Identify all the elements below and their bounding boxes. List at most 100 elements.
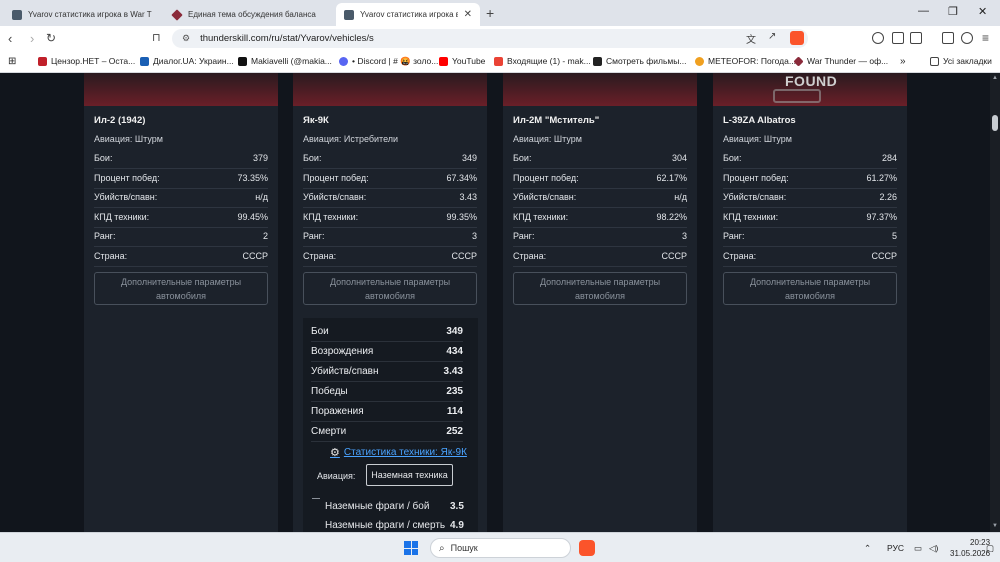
x-icon [238,56,247,66]
thunderskill-favicon-icon [344,9,354,20]
bookmark-item[interactable]: YouTube [439,56,485,66]
vehicle-stats-link[interactable]: ⚙ Статистика техники: Як-9К [330,446,467,459]
gear-icon: ⚙ [330,447,340,459]
stat-row: Процент побед: 73.35% [94,170,268,189]
translate-icon[interactable]: 文 [746,31,756,46]
brave-taskbar-icon[interactable] [579,540,595,556]
address-bar-row: ‹ › ↻ ⊓ ⚙ thunderskill.com/ru/stat/Yvaro… [0,26,1000,51]
taskbar-search[interactable]: ⌕ Пошук [430,538,571,558]
panel-row: Поражения 114 [311,402,463,422]
windows-taskbar: ⌕ Пошук ⌃ РУС ▭ ◁) 20:23 31.05.2026 ▢ [0,532,1000,562]
bookmark-item[interactable]: Цензор.НЕТ – Оста... [38,56,135,66]
all-bookmarks[interactable]: Усі закладки [930,56,992,66]
vehicle-name: Ил-2 (1942) [94,115,146,126]
vehicle-class: Авиация: Штурм [513,134,582,144]
stat-row: КПД техники: 97.37% [723,209,897,228]
puzzle-icon[interactable] [892,32,904,44]
bookmark-item[interactable]: Входящие (1) - mak... [494,56,591,66]
bookmark-item[interactable]: Диалог.UA: Украин... [140,56,234,66]
search-icon: ⌕ [439,542,445,554]
bookmark-item[interactable]: • Discord | # 🤬 золо... [339,56,438,67]
vehicle-class: Авиация: Штурм [723,134,792,144]
panel-row: Смерти 252 [311,422,463,442]
frag-row: Наземные фраги / бой 3.5 [325,501,464,512]
tray-chevron-icon[interactable]: ⌃ [864,543,871,554]
more-params-button[interactable]: Дополнительные параметры автомобиля [303,272,477,305]
stat-row: Процент побед: 61.27% [723,170,897,189]
stat-row: Бои: 379 [94,150,268,169]
bookmark-item[interactable]: METEOFOR: Погода... [695,56,796,66]
vehicle-image [503,73,697,106]
bookmarks-overflow-icon[interactable]: » [900,56,906,67]
tab-3-active[interactable]: Yvarov статистика игрока в War ✕ [336,3,480,26]
forward-icon[interactable]: › [30,31,34,46]
meteofor-icon [695,56,704,66]
extension-icon[interactable] [872,32,884,44]
url-text[interactable]: thunderskill.com/ru/stat/Yvarov/vehicles… [200,33,374,44]
close-window-icon[interactable]: ✕ [978,5,987,18]
maximize-icon[interactable]: ❐ [948,5,958,18]
site-settings-icon[interactable]: ⚙ [182,33,190,44]
menu-icon[interactable]: ≡ [982,31,989,45]
close-tab-icon[interactable]: ✕ [464,9,472,20]
notifications-icon[interactable]: ▢ [986,543,994,554]
page-scrollbar[interactable]: ▲ ▼ [990,73,1000,532]
scroll-up-icon[interactable]: ▲ [992,75,998,81]
url-field[interactable]: ⚙ thunderskill.com/ru/stat/Yvarov/vehicl… [172,29,808,48]
panel-row: Убийств/спавн 3.43 [311,362,463,382]
vehicle-class: Авиация: Истребители [303,134,399,144]
more-params-button[interactable]: Дополнительные параметры автомобиля [723,272,897,305]
bookmark-item[interactable]: Makiavelli (@makia... [238,56,332,66]
vehicle-card: FOUND L-39ZA Albatros Авиация: Штурм Бои… [713,73,907,532]
warthunder-favicon-icon [171,8,183,21]
more-params-button[interactable]: Дополнительные параметры автомобиля [513,272,687,305]
gmail-icon [494,56,503,66]
vehicle-card: Ил-2М "Мститель" Авиация: Штурм Бои: 304 … [503,73,697,532]
divider [312,498,320,499]
bookmark-icon[interactable]: ⊓ [152,31,161,44]
bookmark-item[interactable]: Смотреть фильмы... [593,56,686,66]
scroll-thumb[interactable] [992,115,998,131]
discord-icon [339,57,348,66]
bookmark-item[interactable]: War Thunder — оф... [793,55,888,67]
ground-vehicles-button[interactable]: Наземная техника [366,464,453,486]
tab-title: Yvarov статистика игрока в War [360,10,458,19]
clock[interactable]: 20:23 31.05.2026 [950,537,990,559]
windows-start-icon[interactable] [404,541,418,555]
censor-icon [38,56,47,66]
panel-row: Возрождения 434 [311,342,463,362]
vehicle-class: Авиация: Штурм [94,134,163,144]
reload-icon[interactable]: ↻ [46,31,56,45]
clock-date: 31.05.2026 [950,549,991,558]
tab-2[interactable]: Единая тема обсуждения баланса с [164,3,324,26]
expanded-stats-panel: Бои 349 Возрождения 434 Убийств/спавн 3.43 … [303,318,478,532]
stat-row: Бои: 349 [303,150,477,169]
tab-1[interactable]: Yvarov статистика игрока в War Thu [4,3,160,26]
volume-icon[interactable]: ◁) [929,543,938,554]
wallet-icon[interactable] [910,32,922,44]
brave-shields-icon[interactable] [790,31,804,45]
minimize-icon[interactable]: — [918,5,929,17]
scroll-down-icon[interactable]: ▼ [992,523,998,529]
vpn-icon[interactable] [961,32,973,44]
folder-icon [930,56,939,66]
new-tab-icon[interactable]: + [486,5,494,21]
frag-row: Наземные фраги / смерть 4.9 [325,520,464,531]
apps-grid-icon[interactable]: ⊞ [8,56,16,67]
dialog-icon [140,56,149,66]
monitor-icon[interactable]: ▭ [914,543,922,554]
tab-title: Единая тема обсуждения баланса с [188,10,316,19]
sidebar-icon[interactable] [942,32,954,44]
stat-row: Ранг: 3 [513,228,687,247]
vehicle-image [84,73,278,106]
share-icon[interactable]: ↗ [768,31,776,42]
back-icon[interactable]: ‹ [8,31,12,46]
language-indicator[interactable]: РУС [887,543,904,553]
stat-row: Процент побед: 67.34% [303,170,477,189]
more-params-button[interactable]: Дополнительные параметры автомобиля [94,272,268,305]
hd-icon [593,56,602,66]
stat-row: Убийств/спавн: 3.43 [303,189,477,208]
vehicle-card: Ил-2 (1942) Авиация: Штурм Бои: 379 Проце… [84,73,278,532]
stat-row: КПД техники: 99.45% [94,209,268,228]
stat-row: Страна: СССР [94,248,268,267]
